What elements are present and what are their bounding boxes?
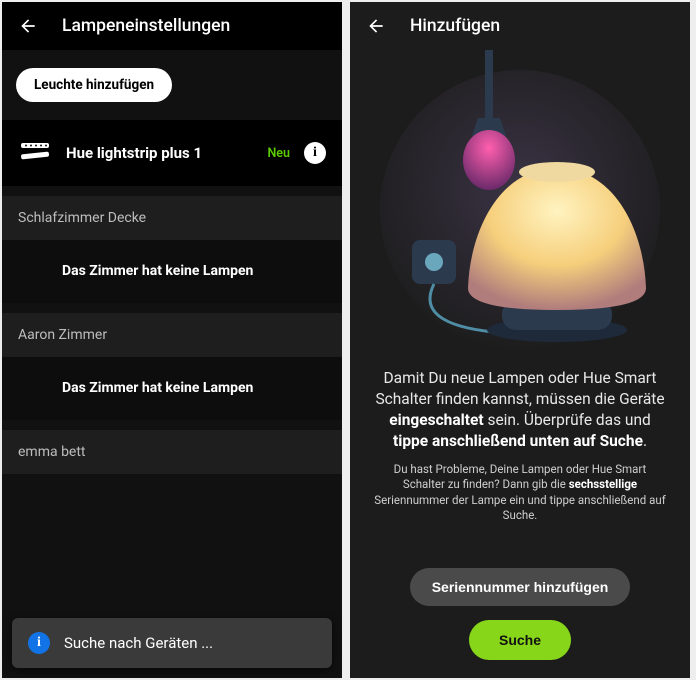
instr-bold: tippe anschließend unten auf Suche [393, 432, 643, 450]
info-icon: i [28, 632, 50, 654]
header: Lampeneinstellungen [2, 2, 342, 50]
light-name: Hue lightstrip plus 1 [66, 144, 253, 162]
back-button[interactable] [366, 16, 386, 36]
room-header[interactable]: Schlafzimmer Decke [2, 196, 342, 240]
header-title: Lampeneinstellungen [62, 16, 230, 36]
instructions-sub: Du hast Probleme, Deine Lampen oder Hue … [350, 452, 690, 524]
new-badge: Neu [267, 146, 290, 161]
room-empty-msg: Das Zimmer hat keine Lampen [2, 357, 342, 420]
room-header[interactable]: Aaron Zimmer [2, 313, 342, 357]
light-row-new[interactable]: Hue lightstrip plus 1 Neu i [2, 120, 342, 186]
add-light-button[interactable]: Leuchte hinzufügen [16, 68, 172, 102]
search-button[interactable]: Suche [469, 620, 571, 660]
header-title: Hinzufügen [410, 16, 500, 36]
instr-bold: eingeschaltet [389, 411, 483, 429]
room-empty-msg: Das Zimmer hat keine Lampen [2, 240, 342, 303]
instr-text: sein. Überprüfe das und [484, 411, 651, 429]
screen-lamp-settings: Lampeneinstellungen Leuchte hinzufügen H… [2, 2, 342, 678]
right-body: Damit Du neue Lampen oder Hue Smart Scha… [350, 50, 690, 678]
add-serial-button[interactable]: Seriennummer hinzufügen [410, 568, 631, 606]
toast-text: Suche nach Geräten ... [64, 634, 213, 652]
arrow-left-icon [366, 16, 386, 36]
button-bar: Seriennummer hinzufügen Suche [350, 552, 690, 678]
instr-sub-text: Seriennummer der Lampe ein und tippe ans… [374, 493, 665, 523]
arrow-left-icon [18, 16, 38, 36]
instr-sub-bold: sechsstellige [569, 477, 637, 491]
search-toast: i Suche nach Geräten ... [12, 618, 332, 668]
info-button[interactable]: i [304, 142, 326, 164]
instr-text: . [643, 432, 647, 450]
illustration [350, 50, 690, 360]
back-button[interactable] [18, 16, 38, 36]
header: Hinzufügen [350, 2, 690, 50]
room-header[interactable]: emma bett [2, 430, 342, 474]
lightstrip-icon [18, 136, 52, 170]
instr-text: Damit Du neue Lampen oder Hue Smart Scha… [375, 369, 664, 408]
screen-add: Hinzufügen [350, 2, 690, 678]
left-body: Leuchte hinzufügen Hue lightstrip plus 1… [2, 50, 342, 678]
instructions-main: Damit Du neue Lampen oder Hue Smart Scha… [350, 360, 690, 452]
